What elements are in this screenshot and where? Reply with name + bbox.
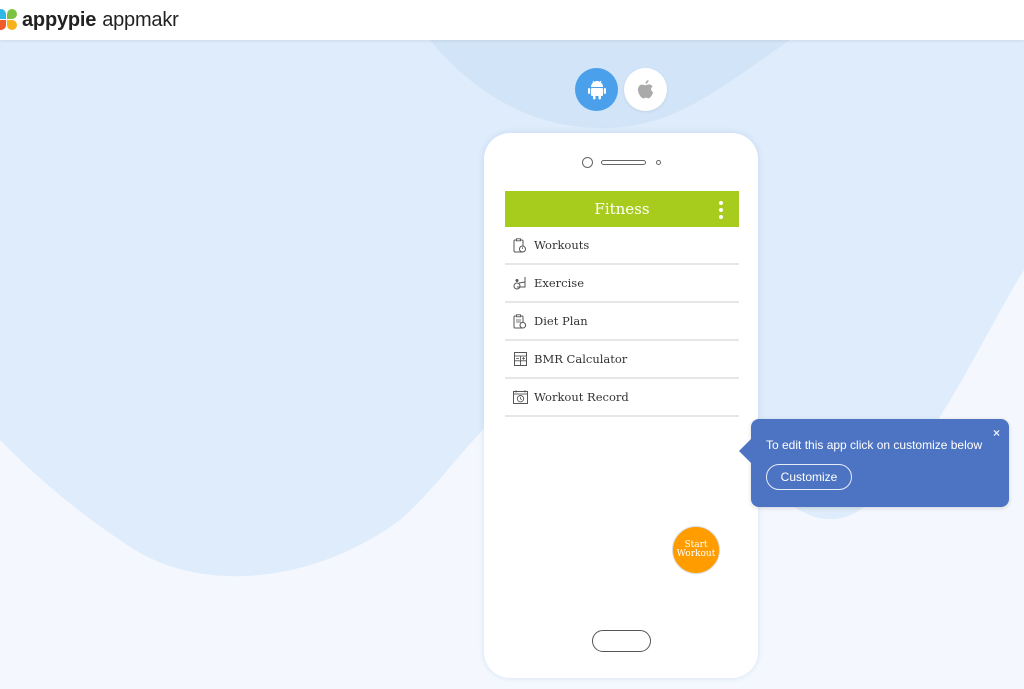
phone-preview: Fitness Workouts Exercise Diet Plan BMR …: [484, 133, 758, 678]
customize-tooltip: × To edit this app click on customize be…: [739, 419, 1009, 507]
front-camera-icon: [581, 157, 593, 168]
menu-item-label: Exercise: [534, 276, 585, 290]
phone-top-bezel: [484, 157, 758, 168]
menu-item-label: Workout Record: [534, 390, 629, 404]
appypie-logo-icon: [0, 9, 18, 31]
brand-name-bold: appypie: [22, 8, 97, 31]
fab-label-line2: Workout: [676, 549, 716, 559]
menu-item-workouts[interactable]: Workouts: [505, 227, 739, 265]
diet-plan-icon: [512, 313, 528, 329]
menu-item-label: BMR Calculator: [534, 352, 628, 366]
ios-toggle-button[interactable]: [624, 68, 667, 111]
top-bar: appypie appmakr: [0, 0, 1024, 40]
close-icon[interactable]: ×: [993, 426, 1000, 440]
brand-name-light: appmakr: [102, 8, 179, 31]
android-icon: [587, 80, 606, 99]
apple-icon: [637, 79, 654, 98]
clipboard-timer-icon: [512, 237, 528, 253]
tooltip-message: To edit this app click on customize belo…: [766, 438, 983, 452]
speaker-icon: [600, 160, 646, 165]
start-workout-button[interactable]: Start Workout: [672, 526, 720, 574]
menu-item-bmr-calculator[interactable]: BMR Calculator: [505, 341, 739, 379]
platform-switch: [575, 68, 667, 111]
menu-item-label: Workouts: [534, 238, 590, 252]
brand-logo[interactable]: appypie appmakr: [0, 9, 179, 32]
menu-item-exercise[interactable]: Exercise: [505, 265, 739, 303]
app-title: Fitness: [594, 200, 650, 218]
calendar-clock-icon: [512, 389, 528, 405]
app-header-bar: Fitness: [505, 191, 739, 227]
exercise-icon: [512, 275, 528, 291]
menu-item-workout-record[interactable]: Workout Record: [505, 379, 739, 417]
app-menu-list: Workouts Exercise Diet Plan BMR Calculat…: [505, 227, 739, 417]
menu-item-diet-plan[interactable]: Diet Plan: [505, 303, 739, 341]
calculator-icon: [512, 351, 528, 367]
menu-item-label: Diet Plan: [534, 314, 588, 328]
android-toggle-button[interactable]: [575, 68, 618, 111]
sensor-icon: [655, 160, 661, 165]
customize-button[interactable]: Customize: [766, 464, 852, 490]
phone-home-button: [592, 630, 651, 652]
kebab-menu-icon[interactable]: [719, 201, 723, 219]
